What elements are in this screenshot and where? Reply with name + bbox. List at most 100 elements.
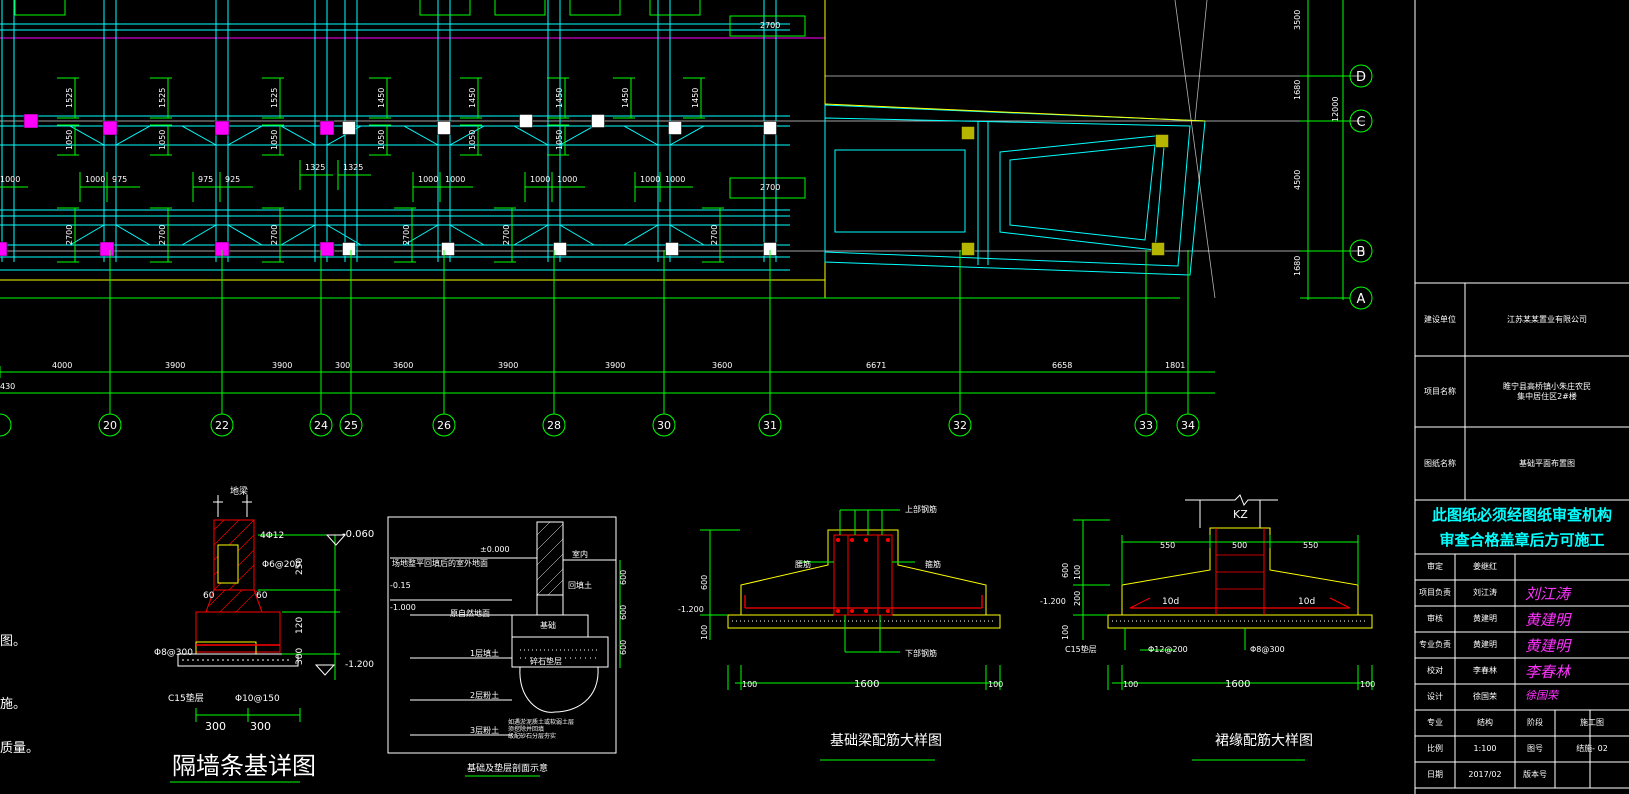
plan-dim: 2700 xyxy=(760,21,780,30)
axis-label-20: 20 xyxy=(103,419,117,432)
edge-label-5: 10d xyxy=(1298,597,1315,607)
axis-label-28: 28 xyxy=(547,419,561,432)
sec-note-2: 级配砂石分层夯实 xyxy=(508,732,556,740)
plan-dim: 1050 xyxy=(270,130,279,150)
side-note-0: 图。 xyxy=(0,634,27,649)
column xyxy=(441,242,455,256)
foundation-section-detail: 场地整平回填后的室外地面 ±0.000 -0.15 室内 回填土 -1.000 … xyxy=(387,516,628,777)
signature-5: 徐国荣 xyxy=(1525,689,1558,702)
sec-label-5: -1.000 xyxy=(390,603,416,612)
column xyxy=(763,121,777,135)
edge-label-8: 100 xyxy=(1073,565,1082,580)
edge-label-10: -1.200 xyxy=(1040,597,1066,606)
pf-label-1: 4Φ12 xyxy=(260,531,284,541)
column xyxy=(102,120,118,136)
plan-dim: 2700 xyxy=(760,183,780,192)
plan-dim: 2700 xyxy=(270,225,279,245)
tb-label-client: 建设单位 xyxy=(1424,314,1456,324)
axis-bubble-22: 22 xyxy=(210,413,234,437)
axis-label-31: 31 xyxy=(763,419,777,432)
beam-label-3: 下部钢筋 xyxy=(905,648,937,658)
plan-dim: 1450 xyxy=(621,88,630,108)
bottom-dim-left: 430 xyxy=(0,382,15,391)
plan-dim: 2700 xyxy=(502,225,511,245)
column xyxy=(1155,134,1169,148)
section-detail-title: 基础及垫层剖面示意 xyxy=(467,762,548,774)
plan-dim: 2700 xyxy=(65,225,74,245)
column xyxy=(342,242,356,256)
bottom-dim-9: 6658 xyxy=(1052,361,1072,370)
tb-label-drawing: 图纸名称 xyxy=(1424,458,1456,468)
tb-value-client: 江苏某某置业有限公司 xyxy=(1507,314,1587,324)
sec-label-1: ±0.000 xyxy=(480,545,510,554)
sign-role-5: 设计 xyxy=(1427,692,1443,702)
tb-date-label: 日期 xyxy=(1427,770,1443,780)
right-dim-0: 3500 xyxy=(1293,10,1302,30)
bottom-dim-2: 3900 xyxy=(272,361,292,370)
beam-label-0: 上部钢筋 xyxy=(905,504,937,514)
pf-label-5: 60 xyxy=(256,591,268,601)
edge-label-4: 10d xyxy=(1162,597,1179,607)
plan-dim: 1000 xyxy=(530,175,550,184)
edge-label-1: 550 xyxy=(1160,541,1175,550)
pf-label-14: 300 xyxy=(250,720,271,733)
edge-reinforcement-detail: KZ 550 500 550 10d 10d 600 200 100 100 -… xyxy=(1040,494,1375,761)
bottom-dim-7: 3600 xyxy=(712,361,732,370)
right-dim-1: 1680 xyxy=(1293,80,1302,100)
plan-dim: 975 xyxy=(112,175,127,184)
column xyxy=(668,121,682,135)
tb-scale-label: 比例 xyxy=(1427,744,1443,754)
edge-label-2: 500 xyxy=(1232,541,1247,550)
plan-dim: 1050 xyxy=(377,130,386,150)
sign-role-4: 校对 xyxy=(1427,666,1443,676)
edge-label-13: Φ8@300 xyxy=(1250,645,1285,654)
column xyxy=(23,113,39,129)
column xyxy=(519,114,533,128)
right-wing-footing xyxy=(824,104,1206,276)
plan-dim: 1050 xyxy=(555,130,564,150)
sign-name-3: 黄建明 xyxy=(1473,640,1497,650)
plan-dim: 1000 xyxy=(418,175,438,184)
edge-label-6: 600 xyxy=(1061,563,1070,578)
beam-label-8: 1600 xyxy=(854,679,879,690)
column xyxy=(961,242,975,256)
axis-bubble-33: 33 xyxy=(1134,413,1158,437)
axis-label-B: B xyxy=(1357,245,1366,260)
beam-label-1: 腰筋 xyxy=(795,559,811,569)
axis-label-32: 32 xyxy=(953,419,967,432)
sign-name-1: 刘江涛 xyxy=(1473,588,1497,598)
column xyxy=(99,241,115,257)
axis-label-22: 22 xyxy=(215,419,229,432)
axis-bubble-partial xyxy=(0,413,12,437)
plan-dim: 1050 xyxy=(65,130,74,150)
cad-drawing-canvas[interactable]: 1525 1525 1525 1450 1450 1450 1450 1450 1050 1050… xyxy=(0,0,1629,794)
column xyxy=(319,120,335,136)
tb-label-project: 项目名称 xyxy=(1424,386,1456,396)
tb-specialty: 结构 xyxy=(1477,718,1493,728)
edge-label-16: 100 xyxy=(1360,680,1375,689)
beam-label-9: 100 xyxy=(988,680,1003,689)
review-notice-line2: 审查合格盖章后方可施工 xyxy=(1439,531,1605,549)
axis-label-C: C xyxy=(1356,115,1365,130)
pf-label-6: 250 xyxy=(295,558,305,575)
right-dim-2: 12000 xyxy=(1331,97,1340,122)
beam-label-4: 600 xyxy=(700,575,709,590)
sign-name-5: 徐国荣 xyxy=(1473,692,1497,702)
column xyxy=(961,126,975,140)
tb-version xyxy=(1555,762,1629,788)
sec-label-7: 基础 xyxy=(540,620,556,630)
axis-label-33: 33 xyxy=(1139,419,1153,432)
edge-detail-title: 裙缘配筋大样图 xyxy=(1215,732,1313,749)
sec-label-9: 碎石垫层 xyxy=(530,656,562,666)
tb-number-label: 图号 xyxy=(1527,744,1543,754)
sec-label-11: 3层粉土 xyxy=(470,725,499,735)
bottom-dim-8: 6671 xyxy=(866,361,886,370)
sign-role-2: 审核 xyxy=(1427,614,1443,624)
pf-label-12: Φ10@150 xyxy=(235,694,280,704)
axis-bubble-31: 31 xyxy=(758,413,782,437)
bottom-dim-6: 3900 xyxy=(605,361,625,370)
sec-label-2: -0.15 xyxy=(390,581,411,590)
plan-dim: 1325 xyxy=(343,163,363,172)
sec-label-14: 600 xyxy=(619,640,628,655)
plan-dim: 1000 xyxy=(85,175,105,184)
